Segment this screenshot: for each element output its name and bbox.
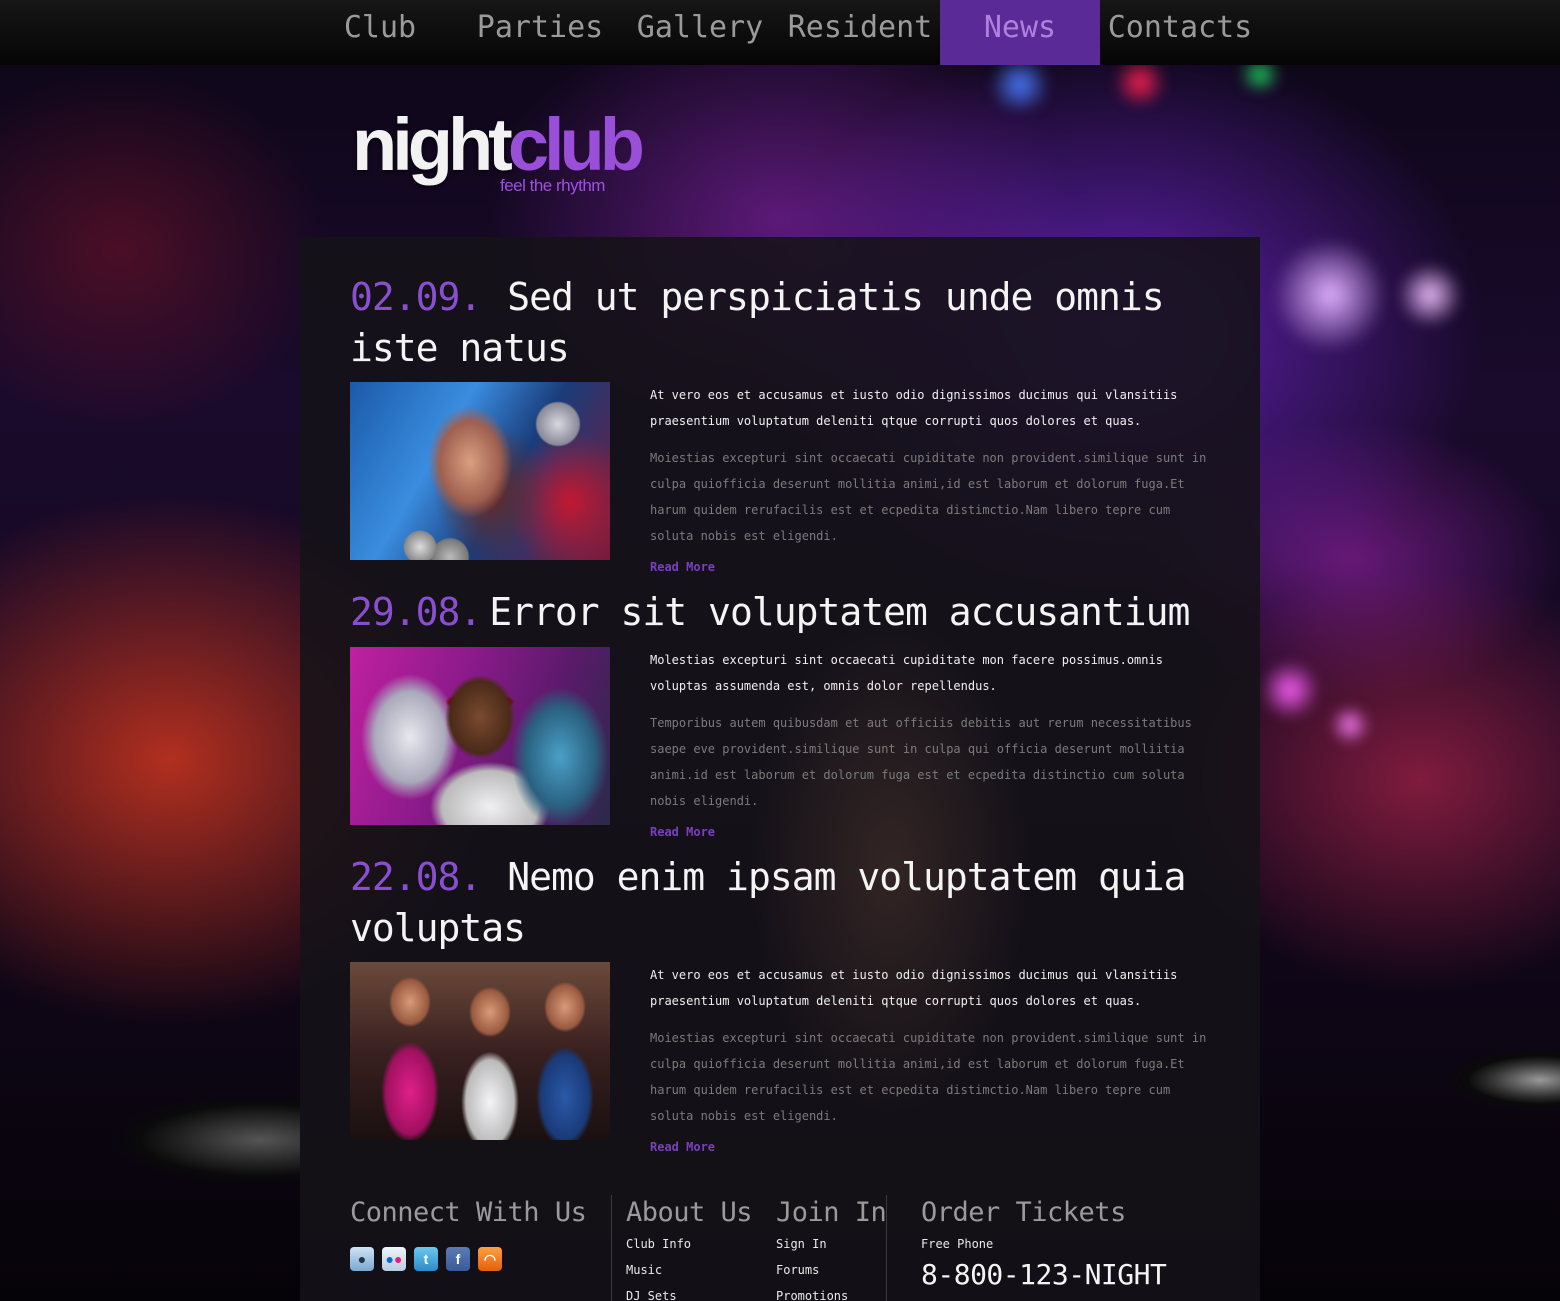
footer-about-title: About Us bbox=[626, 1197, 753, 1228]
footer-link-forums[interactable]: Forums bbox=[776, 1257, 886, 1283]
footer-join-links: Sign In Forums Promotions bbox=[776, 1231, 886, 1301]
facebook-icon[interactable]: f bbox=[446, 1247, 470, 1271]
twitter-icon[interactable]: t bbox=[414, 1247, 438, 1271]
article-date: 02.09. bbox=[350, 275, 482, 319]
footer-link-club-info[interactable]: Club Info bbox=[626, 1231, 752, 1257]
site-logo[interactable]: nightclub feel the rhythm bbox=[352, 100, 645, 210]
footer-join-title: Join In bbox=[776, 1197, 887, 1228]
phone-number[interactable]: 8-800-123-NIGHT bbox=[921, 1257, 1167, 1293]
news-article: 29.08. Error sit voluptatem accusantium M… bbox=[350, 587, 1220, 839]
footer-connect-title: Connect With Us bbox=[350, 1197, 587, 1228]
red-stage-light bbox=[1110, 60, 1170, 105]
top-navigation: Club Parties Gallery Resident News Conta… bbox=[0, 0, 1560, 65]
article-body: Moiestias excepturi sint occaecati cupid… bbox=[650, 451, 1207, 543]
nav-item-parties[interactable]: Parties bbox=[460, 0, 620, 65]
social-icons: ● ● ● t f ◠ bbox=[350, 1247, 586, 1271]
nav-item-contacts[interactable]: Contacts bbox=[1100, 0, 1260, 65]
footer-link-promotions[interactable]: Promotions bbox=[776, 1283, 886, 1301]
nav-item-gallery[interactable]: Gallery bbox=[620, 0, 780, 65]
nav-item-club[interactable]: Club bbox=[300, 0, 460, 65]
violet-stage-light bbox=[1330, 705, 1370, 745]
reddit-icon[interactable]: ● bbox=[350, 1247, 374, 1271]
article-image[interactable] bbox=[350, 647, 610, 825]
read-more-link[interactable]: Read More bbox=[650, 1140, 715, 1154]
footer-divider bbox=[886, 1195, 887, 1301]
turntable-right bbox=[1440, 1020, 1560, 1160]
article-body: Temporibus autem quibusdam et aut offici… bbox=[650, 716, 1192, 808]
flickr-icon[interactable]: ● ● bbox=[382, 1247, 406, 1271]
violet-stage-light bbox=[1395, 265, 1465, 325]
footer-tickets: Order Tickets Free Phone 8-800-123-NIGHT bbox=[921, 1195, 1167, 1293]
nav-menu: Club Parties Gallery Resident News Conta… bbox=[300, 0, 1260, 65]
read-more-link[interactable]: Read More bbox=[650, 825, 715, 839]
footer-about: About Us Club Info Music DJ Sets bbox=[626, 1195, 753, 1301]
nav-item-news[interactable]: News bbox=[940, 0, 1100, 65]
logo-word-night: night bbox=[352, 103, 513, 186]
article-lead: At vero eos et accusamus et iusto odio d… bbox=[650, 388, 1178, 428]
violet-stage-light bbox=[1260, 660, 1320, 720]
news-article: 22.08. Nemo enim ipsam voluptatem quia vo… bbox=[350, 852, 1220, 1154]
article-image[interactable] bbox=[350, 382, 610, 560]
article-text: At vero eos et accusamus et iusto odio d… bbox=[650, 962, 1220, 1155]
news-article: 02.09. Sed ut perspiciatis unde omnis ist… bbox=[350, 272, 1220, 574]
article-body: Moiestias excepturi sint occaecati cupid… bbox=[650, 1031, 1207, 1123]
logo-tagline: feel the rhythm bbox=[500, 176, 605, 195]
rss-icon[interactable]: ◠ bbox=[478, 1247, 502, 1271]
violet-stage-light bbox=[1270, 240, 1390, 350]
footer-about-links: Club Info Music DJ Sets bbox=[626, 1231, 752, 1301]
turntable-left bbox=[60, 1030, 300, 1190]
article-text: Molestias excepturi sint occaecati cupid… bbox=[650, 647, 1220, 840]
phone-label: Free Phone bbox=[921, 1237, 994, 1251]
blue-stage-light bbox=[985, 60, 1055, 110]
footer-join: Join In Sign In Forums Promotions bbox=[776, 1195, 887, 1301]
logo-word-club: club bbox=[507, 103, 645, 186]
article-title[interactable]: Error sit voluptatem accusantium bbox=[489, 590, 1190, 634]
nav-item-resident[interactable]: Resident bbox=[780, 0, 940, 65]
article-date: 29.08. bbox=[350, 590, 482, 634]
article-heading: 29.08. Error sit voluptatem accusantium bbox=[350, 587, 1220, 638]
article-text: At vero eos et accusamus et iusto odio d… bbox=[650, 382, 1220, 575]
article-heading: 22.08. Nemo enim ipsam voluptatem quia vo… bbox=[350, 852, 1220, 954]
article-date: 22.08. bbox=[350, 855, 482, 899]
article-image[interactable] bbox=[350, 962, 610, 1140]
footer-connect: Connect With Us ● ● ● t f ◠ bbox=[350, 1195, 587, 1271]
footer-link-music[interactable]: Music bbox=[626, 1257, 752, 1283]
footer-divider bbox=[611, 1195, 612, 1301]
footer-link-sign-in[interactable]: Sign In bbox=[776, 1231, 886, 1257]
read-more-link[interactable]: Read More bbox=[650, 560, 715, 574]
footer-link-dj-sets[interactable]: DJ Sets bbox=[626, 1283, 752, 1301]
article-lead: Molestias excepturi sint occaecati cupid… bbox=[650, 653, 1163, 693]
article-heading: 02.09. Sed ut perspiciatis unde omnis ist… bbox=[350, 272, 1220, 374]
footer-tickets-title: Order Tickets bbox=[921, 1197, 1126, 1228]
news-panel: 02.09. Sed ut perspiciatis unde omnis ist… bbox=[300, 237, 1260, 1301]
article-lead: At vero eos et accusamus et iusto odio d… bbox=[650, 968, 1178, 1008]
